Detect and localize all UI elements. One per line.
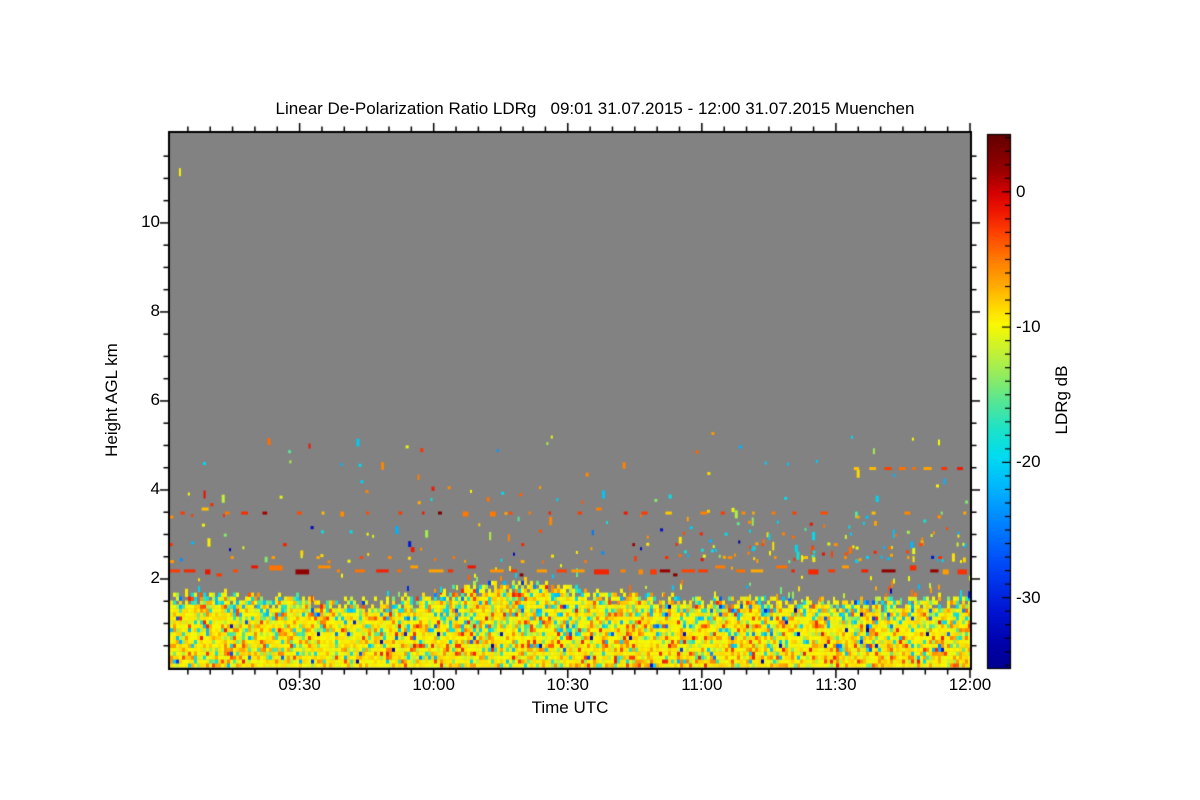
y-tick-label: 8 [150,300,160,320]
y-tick-label: 2 [150,567,160,587]
x-tick-label: 11:00 [681,675,723,694]
heatmap-canvas [0,0,1200,800]
colorbar-tick-label: -10 [1016,317,1041,337]
x-tick-label: 12:00 [948,675,992,694]
chart-title: Linear De-Polarization Ratio LDRg 09:01 … [275,99,915,118]
colorbar-tick-label: -30 [1016,587,1041,607]
colorbar-tick-label: -20 [1016,452,1041,472]
y-tick-label: 4 [150,478,160,498]
x-tick-label: 09:30 [278,675,321,694]
ldr-time-height-figure: Linear De-Polarization Ratio LDRg 09:01 … [0,0,1200,800]
x-tick-label: 10:00 [412,675,455,694]
x-tick-label: 11:30 [815,675,857,694]
x-axis-title: Time UTC [531,698,609,717]
y-tick-label: 10 [141,211,160,231]
colorbar-tick-label: 0 [1016,181,1026,201]
x-tick-label: 10:30 [546,675,590,694]
y-tick-label: 6 [150,389,160,409]
